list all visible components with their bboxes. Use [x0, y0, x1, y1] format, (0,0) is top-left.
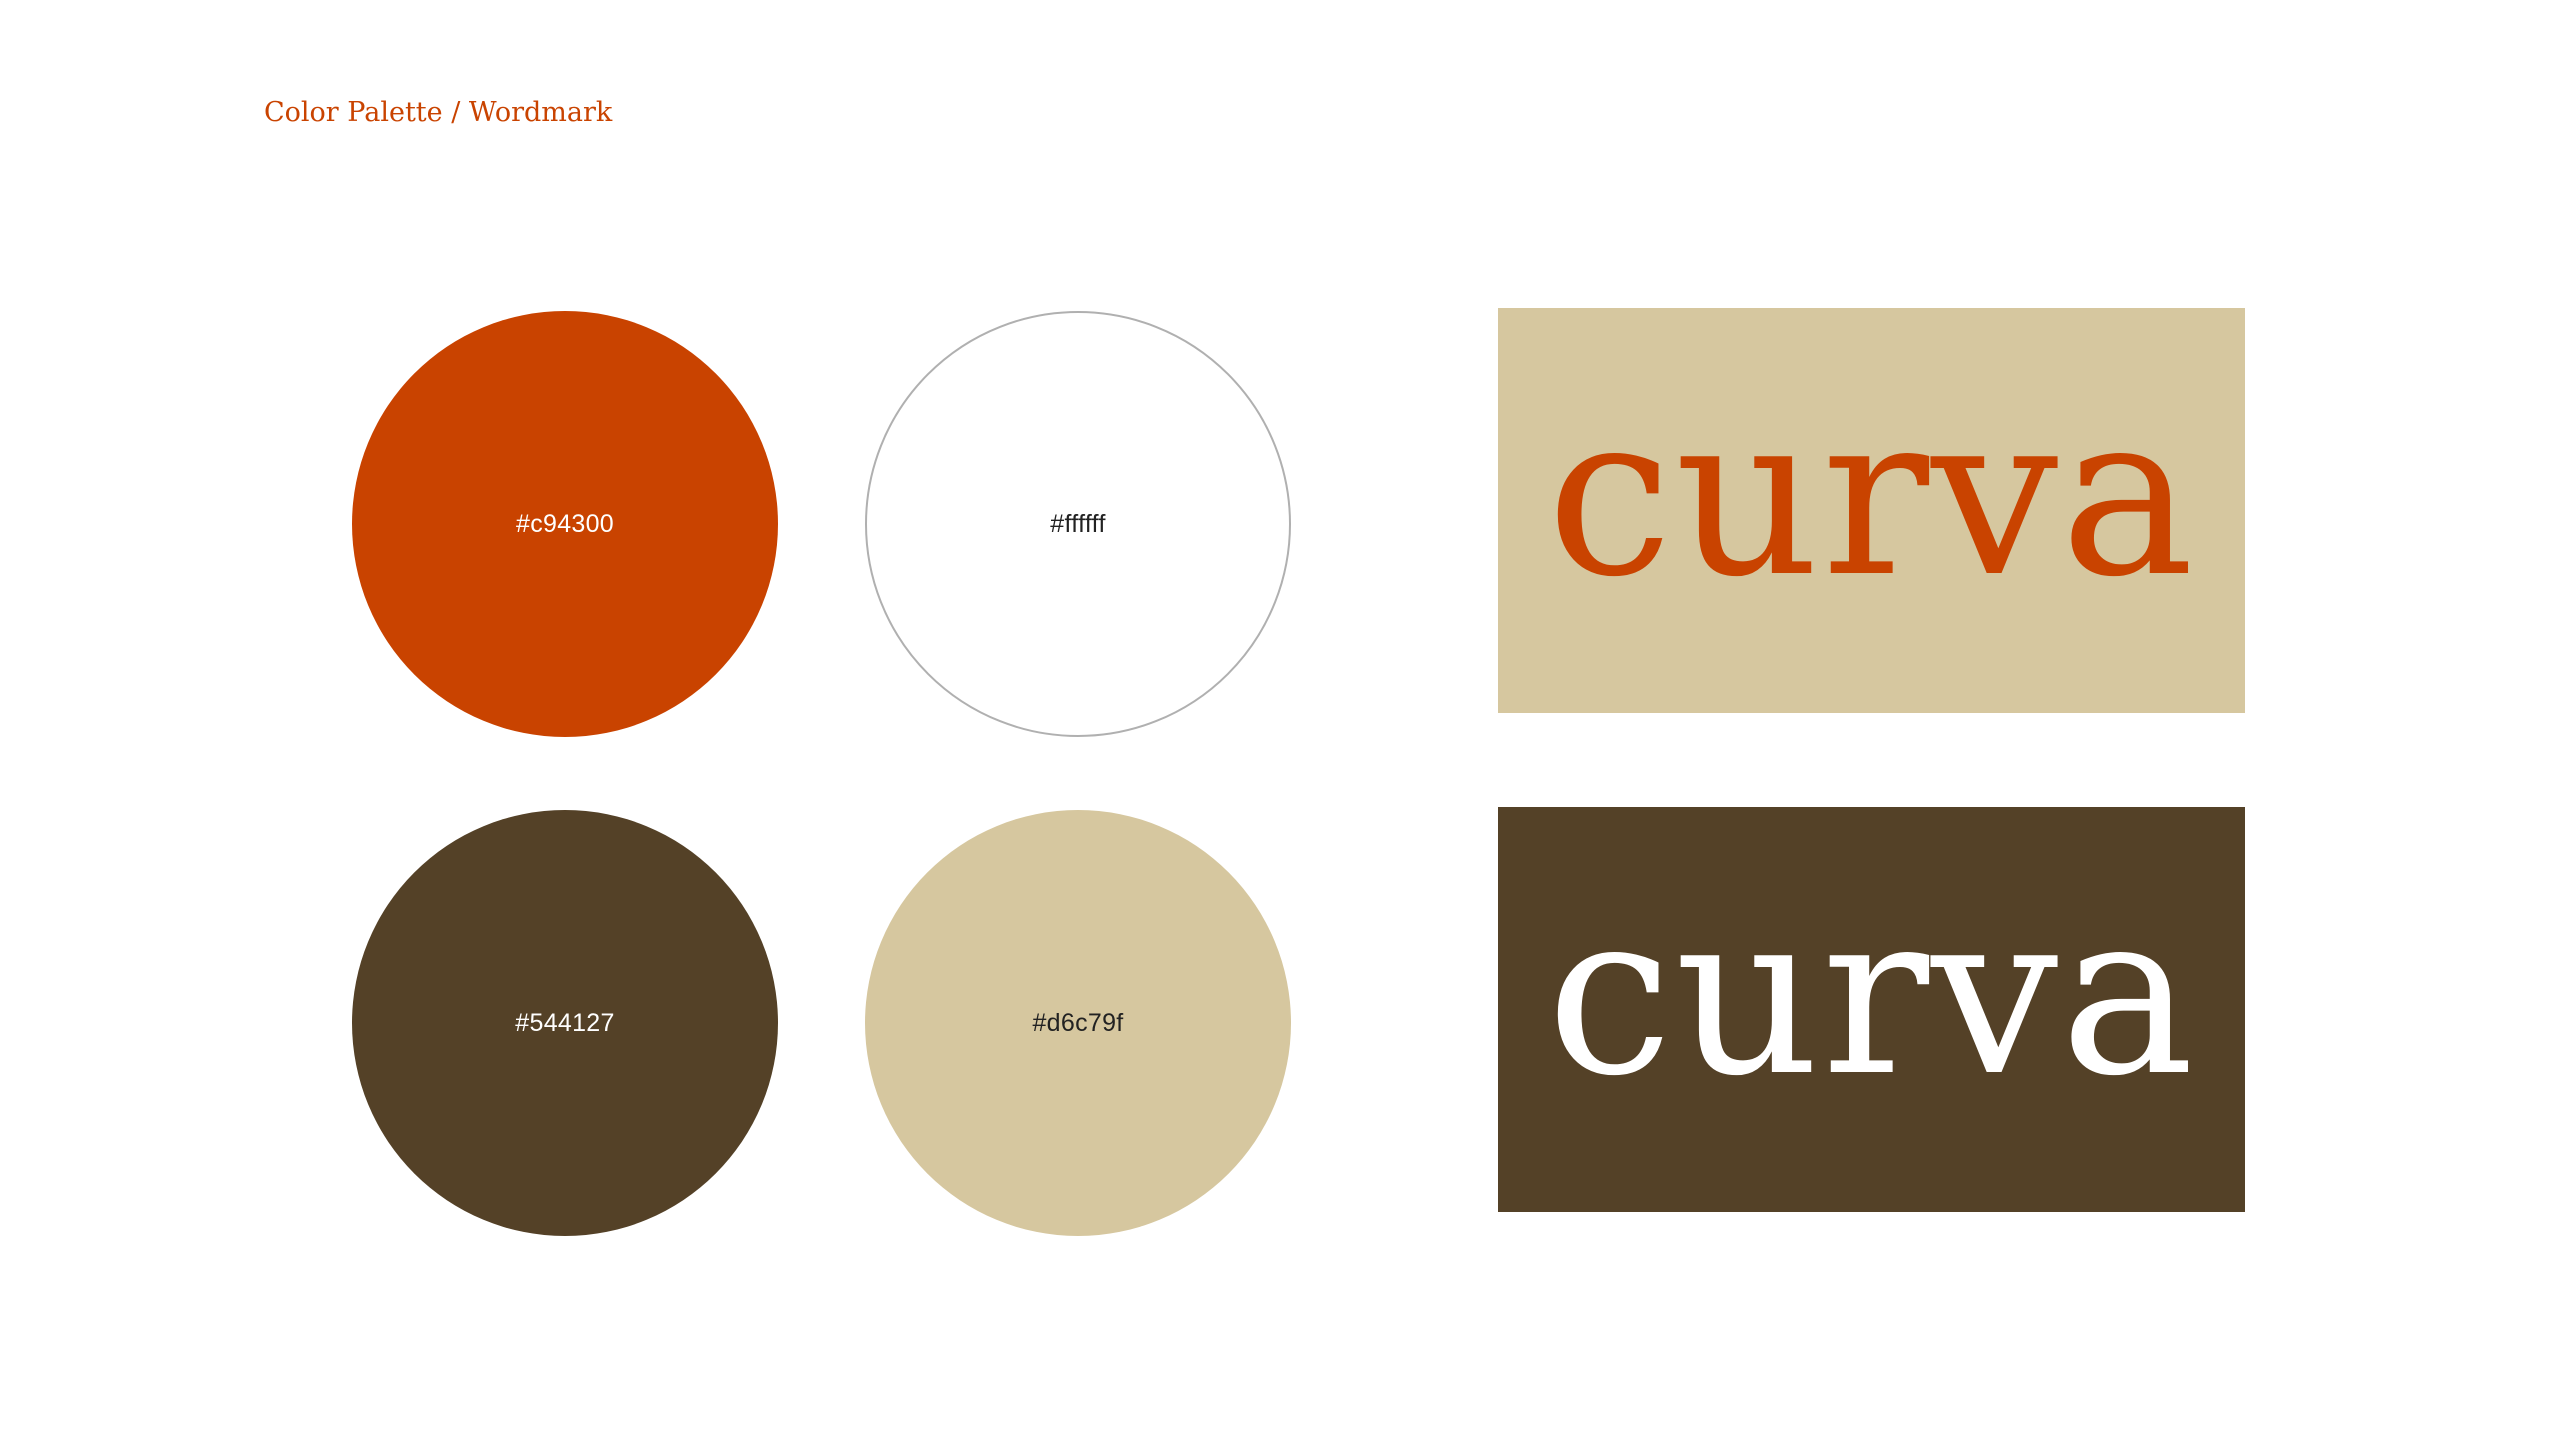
color-hex-label: #c94300 — [515, 509, 615, 538]
wordmark: curva — [1546, 365, 2197, 627]
page-title: Color Palette / Wordmark — [264, 97, 613, 128]
color-swatch-orange: #c94300 — [352, 311, 778, 737]
color-swatch-beige: #d6c79f — [865, 810, 1291, 1236]
color-hex-label: #d6c79f — [1032, 1008, 1124, 1037]
wordmark: curva — [1546, 864, 2197, 1126]
wordmark-panel-light: curva — [1498, 308, 2245, 713]
color-swatch-brown: #544127 — [352, 810, 778, 1236]
color-hex-label: #544127 — [515, 1008, 615, 1037]
color-swatch-white: #ffffff — [865, 311, 1291, 737]
wordmark-panel-dark: curva — [1498, 807, 2245, 1212]
color-hex-label: #ffffff — [1050, 509, 1106, 538]
